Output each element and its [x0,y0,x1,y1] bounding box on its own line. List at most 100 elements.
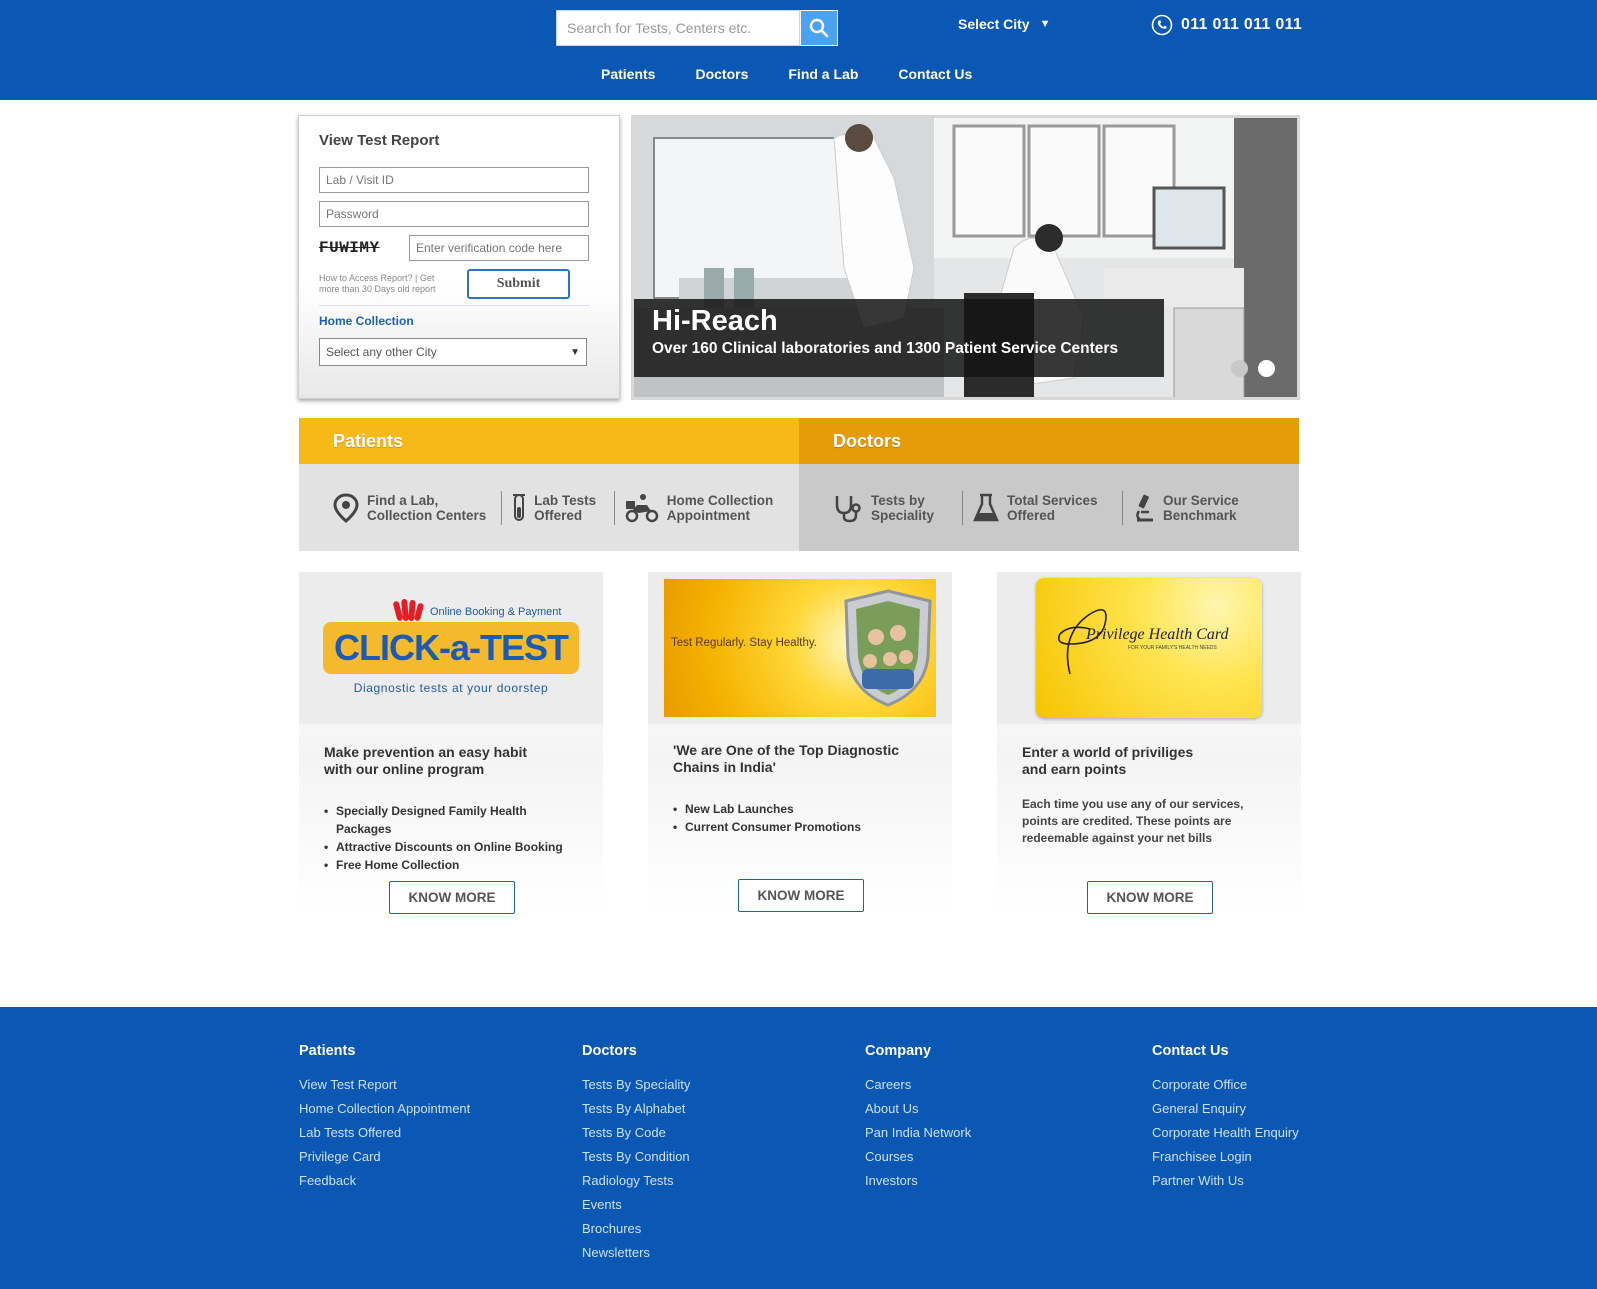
verification-code-input[interactable] [409,235,589,261]
our-service-benchmark-link[interactable]: Our Service Benchmark [1133,491,1253,525]
footer-company-column: Company Careers About Us Pan India Netwo… [865,1043,971,1193]
card-title-line2: with our online program [324,761,485,777]
slider-dot-2[interactable] [1258,360,1275,377]
nav-doctors[interactable]: Doctors [695,66,748,82]
doctors-band-items: Tests by Speciality Total Services Offered… [799,464,1299,551]
card-description: Each time you use any of our services, p… [1022,797,1244,845]
card-title: Make prevention an easy habit with our on… [324,744,578,778]
footer-link[interactable]: Newsletters [582,1241,690,1265]
city-select[interactable]: Select any other City ▼ [319,338,587,366]
footer-link[interactable]: Privilege Card [299,1145,470,1169]
phone-number: 011 011 011 011 [1151,14,1302,36]
footer-link[interactable]: Franchisee Login [1152,1145,1299,1169]
footer-link[interactable]: Corporate Health Enquiry [1152,1121,1299,1145]
footer-link[interactable]: Courses [865,1145,971,1169]
footer-link[interactable]: Brochures [582,1217,690,1241]
panel-title: View Test Report [319,132,440,149]
card-bullet-list: Specially Designed Family Health Package… [324,802,578,874]
home-collection-line1: Home Collection [666,492,774,508]
nav-patients[interactable]: Patients [601,66,655,82]
footer-contact-column: Contact Us Corporate Office General Enqu… [1152,1043,1299,1193]
footer-link[interactable]: Radiology Tests [582,1169,690,1193]
privilege-card-subtitle: FOR YOUR FAMILY'S HEALTH NEEDS [1128,645,1217,651]
footer-link[interactable]: Tests By Alphabet [582,1097,690,1121]
submit-button[interactable]: Submit [467,269,570,299]
click-a-test-tagline: Online Booking & Payment [430,606,562,618]
home-collection-label: Home Collection [319,314,414,328]
family-shield-image [844,589,932,707]
city-select-value: Select any other City [326,345,437,359]
test-tube-icon [512,493,526,523]
lab-visit-id-input[interactable] [319,167,589,193]
footer-link[interactable]: Pan India Network [865,1121,971,1145]
footer-link[interactable]: Tests By Code [582,1121,690,1145]
city-selector[interactable]: Select City ▼ [958,16,1050,32]
view-test-report-panel: View Test Report FUWIMY How to Access Re… [298,115,620,399]
site-footer: Patients View Test Report Home Collectio… [0,1007,1597,1289]
click-a-test-caption: Diagnostic tests at your doorstep [353,681,549,695]
find-a-lab-line1: Find a Lab, [367,492,439,508]
phone-icon [1151,14,1173,36]
click-a-test-banner: Online Booking & Payment CLICK-a-TEST Di… [299,572,603,724]
footer-link[interactable]: Corporate Office [1152,1073,1299,1097]
total-services-offered-link[interactable]: Total Services Offered [973,490,1123,525]
banner-subtitle: Over 160 Clinical laboratories and 1300 … [652,340,1119,357]
password-input[interactable] [319,201,589,227]
scooter-icon [625,493,659,523]
list-item: Attractive Discounts on Online Booking [324,838,578,856]
search-icon [809,18,829,38]
patients-band-items: Find a Lab, Collection Centers Lab Tests O… [299,464,799,551]
find-a-lab-link[interactable]: Find a Lab, Collection Centers [333,490,503,525]
footer-link[interactable]: Tests By Condition [582,1145,690,1169]
service-benchmark-line2: Benchmark [1163,507,1237,523]
caret-down-icon: ▼ [1039,18,1051,30]
doctors-band-title: Doctors [799,418,1299,464]
tests-by-speciality-link[interactable]: Tests by Speciality [833,490,963,525]
know-more-button[interactable]: KNOW MORE [738,879,864,912]
nav-contact-us[interactable]: Contact Us [898,66,972,82]
patients-band-title: Patients [299,418,799,464]
card-title-line2: and earn points [1022,761,1127,777]
footer-heading: Company [865,1043,932,1059]
footer-link[interactable]: About Us [865,1097,971,1121]
lab-tests-offered-link[interactable]: Lab Tests Offered [512,490,615,525]
tests-by-speciality-line2: Speciality [871,507,935,523]
card-bullet-list: New Lab Launches Current Consumer Promot… [673,800,927,836]
footer-link[interactable]: Tests By Speciality [582,1073,690,1097]
promo-card-top-diagnostic: Test Regularly. Stay Healthy. 'We are On… [648,572,952,912]
service-benchmark-line1: Our Service [1163,492,1239,508]
doctors-band: Doctors Tests by Speciality Total Service… [799,418,1299,551]
footer-link[interactable]: Careers [865,1073,971,1097]
footer-patients-column: Patients View Test Report Home Collectio… [299,1043,470,1193]
nav-find-a-lab[interactable]: Find a Lab [788,66,858,82]
main-nav: Patients Doctors Find a Lab Contact Us [601,66,972,82]
city-label: Select City [958,16,1030,32]
submit-row: How to Access Report? | Get more than 30… [319,269,589,306]
lab-tests-line2: Offered [534,507,583,523]
footer-link[interactable]: Events [582,1193,690,1217]
stethoscope-icon [833,493,863,523]
footer-link[interactable]: Feedback [299,1169,470,1193]
footer-link[interactable]: View Test Report [299,1073,470,1097]
site-header: Select City ▼ 011 011 011 011 Patients D… [0,0,1597,100]
footer-link[interactable]: General Enquiry [1152,1097,1299,1121]
know-more-button[interactable]: KNOW MORE [1087,881,1213,914]
home-collection-appointment-link[interactable]: Home Collection Appointment [625,491,789,525]
footer-link[interactable]: Home Collection Appointment [299,1097,470,1121]
footer-link[interactable]: Investors [865,1169,971,1193]
slider-dots [1231,360,1275,377]
captcha-image: FUWIMY [319,239,380,257]
promo-card-privilege: Privilege Health Card FOR YOUR FAMILY'S … [997,572,1301,914]
access-report-help-link[interactable]: How to Access Report? | Get more than 30… [319,273,457,295]
hero-banner: Hi-Reach Over 160 Clinical laboratories … [631,115,1300,400]
microscope-icon [1133,493,1155,523]
footer-link[interactable]: Partner With Us [1152,1169,1299,1193]
search-button[interactable] [800,10,838,46]
footer-link[interactable]: Lab Tests Offered [299,1121,470,1145]
know-more-button[interactable]: KNOW MORE [389,881,515,914]
find-a-lab-line2: Collection Centers [367,507,487,523]
search-input[interactable] [556,10,800,46]
phone-text: 011 011 011 011 [1181,16,1303,33]
dropdown-arrow-icon: ▼ [570,346,580,358]
slider-dot-1[interactable] [1231,360,1248,377]
